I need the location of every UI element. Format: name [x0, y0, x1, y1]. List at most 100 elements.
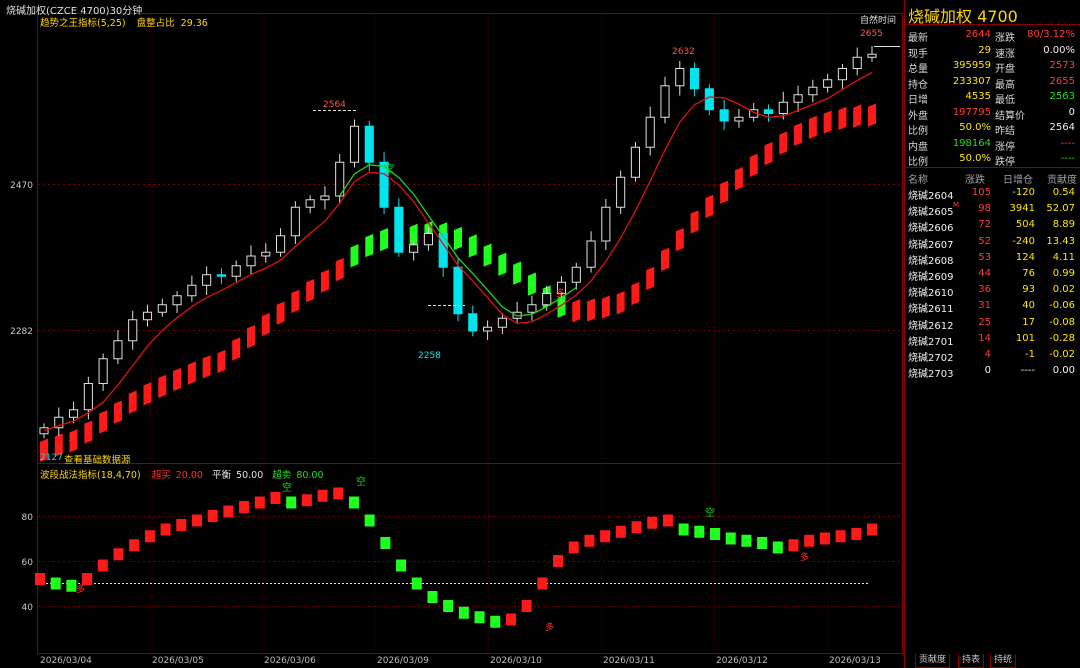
contract-row[interactable]: 烧碱2612 25 17 -0.08	[905, 315, 1080, 332]
ribbon-segment	[527, 272, 536, 296]
contract-oi-change: ----	[1020, 365, 1035, 377]
candle-body	[394, 206, 404, 253]
contract-change: 25	[978, 316, 991, 328]
ribbon-segment	[306, 278, 315, 303]
oscillator-bar	[301, 494, 312, 507]
contract-row[interactable]: 烧碱2702 4 -1 -0.02	[905, 347, 1080, 364]
quote-value: 395959	[952, 60, 991, 71]
osc-label-40: 40	[22, 603, 34, 613]
ribbon-segment	[779, 131, 788, 155]
candle-body	[113, 340, 123, 360]
candle-body	[231, 265, 241, 277]
candle-body	[483, 326, 493, 332]
ribbon-segment	[173, 367, 182, 392]
oscillator-bar	[129, 539, 140, 552]
candle-body	[142, 311, 153, 321]
oscillator-bar	[144, 530, 155, 543]
contract-row[interactable]: 烧碱2607 52 -240 13.43	[905, 234, 1080, 251]
oscillator-bar	[411, 577, 422, 590]
tab-contribution[interactable]: 贡献度	[915, 654, 951, 668]
candle-body	[98, 358, 108, 384]
candle-body	[630, 146, 640, 178]
contract-change: 98	[978, 203, 991, 215]
contracts-column-header: 名称	[908, 175, 928, 186]
contract-row[interactable]: 烧碱2703 0 ---- 0.00	[905, 363, 1080, 381]
footer-link[interactable]: 查看基础数据源	[64, 452, 131, 466]
candle-body	[601, 206, 611, 242]
contract-row[interactable]: 烧碱2606 72 504 8.89	[905, 217, 1080, 234]
oscillator-bar	[176, 519, 187, 531]
candle-body	[453, 266, 463, 315]
ribbon-segment	[350, 244, 359, 268]
contract-row[interactable]: 烧碱2701 14 101 -0.28	[905, 331, 1080, 348]
long-mark-osc-1: 多	[76, 583, 85, 595]
oscillator-bar	[66, 579, 77, 592]
main-indicator-name[interactable]: 趋势之王指标(5,25)	[40, 18, 126, 29]
quote-divider	[905, 167, 1080, 168]
balance-value: 50.00	[236, 470, 264, 481]
candle-body	[675, 68, 685, 87]
oscillator-bar	[286, 496, 297, 509]
candle-body	[349, 125, 360, 163]
ribbon-segment	[128, 390, 137, 414]
ribbon-segment	[868, 103, 876, 127]
oscillator-bar	[678, 523, 689, 536]
oscillator-bar	[725, 532, 736, 545]
contract-oi-change: 101	[1015, 332, 1035, 344]
contract-change: 4	[984, 349, 991, 360]
chart-area[interactable]: 2470 2282 80 60 40 2564 2632 2655 2258 2…	[0, 0, 904, 668]
oscillator-bar	[505, 613, 516, 626]
ribbon-segment	[320, 269, 329, 293]
contract-contribution: 0.02	[1052, 284, 1075, 296]
candle-body	[763, 109, 774, 114]
candle-body	[423, 233, 433, 246]
contracts-column-header: 涨跌	[965, 175, 985, 186]
contract-row[interactable]: 烧碱2605 M 98 3941 52.07	[905, 201, 1080, 218]
quote-panel: 烧碱加权 4700 最新 2644 涨跌 80/3.12% 现手 29 速涨 0.00% 总量 3…	[904, 0, 1080, 668]
contract-row[interactable]: 烧碱2610 36 93 0.02	[905, 282, 1080, 299]
contract-contribution: 52.07	[1046, 203, 1075, 215]
start-low-label: 2127	[40, 453, 63, 463]
chart-svg[interactable]: 2470 2282 80 60 40 2564 2632 2655 2258 2…	[0, 0, 904, 668]
contract-name: 烧碱2703	[908, 369, 954, 381]
oscillator-bar	[741, 534, 752, 547]
long-mark-osc-3: 多	[800, 551, 809, 563]
ribbon-segment	[365, 233, 374, 258]
contract-contribution: 0.54	[1052, 187, 1075, 198]
contract-contribution: 0.99	[1052, 268, 1075, 279]
tab-stats[interactable]: 持统	[990, 654, 1017, 668]
ribbon-segment	[587, 298, 596, 322]
contract-name: 烧碱2701	[908, 336, 954, 348]
oscillator-bar	[270, 492, 281, 504]
ribbon-segment	[483, 243, 492, 267]
ribbon-segment	[690, 210, 699, 234]
candle-body	[823, 79, 833, 88]
sub-indicator-legend: 波段战法指标(18,4,70) 超买 20.00 平衡 50.00 超卖 80.…	[40, 467, 324, 481]
contract-contribution: 4.11	[1052, 251, 1075, 263]
short-mark-osc-2: 空	[356, 475, 366, 488]
ribbon-segment	[454, 226, 462, 251]
candle-body	[497, 317, 507, 328]
oscillator-bar	[615, 525, 626, 538]
contract-row[interactable]: 烧碱2604 105 -120 0.54	[905, 185, 1080, 202]
short-mark-osc-1: 空	[282, 481, 292, 494]
oscillator-bar	[348, 496, 359, 509]
contract-row[interactable]: 烧碱2609 44 76 0.99	[905, 266, 1080, 283]
price-label-upper: 2470	[10, 181, 33, 191]
contract-oi-change: -1	[1025, 349, 1035, 360]
high-left-label: 2564	[323, 100, 346, 110]
tab-holdings[interactable]: 持表	[958, 654, 985, 668]
oscillator-bar	[490, 615, 501, 628]
contracts-column-header: 贡献度	[1047, 175, 1077, 186]
oscillator-bar	[191, 514, 202, 527]
oscillator-bar	[443, 600, 454, 612]
candle-body	[187, 284, 197, 297]
contract-row[interactable]: 烧碱2608 53 124 4.11	[905, 250, 1080, 267]
contract-main-tag: M	[953, 201, 960, 210]
sub-indicator-name[interactable]: 波段战法指标(18,4,70)	[40, 470, 141, 481]
quote-value: 80/3.12%	[1027, 29, 1075, 40]
contract-row[interactable]: 烧碱2611 31 40 -0.06	[905, 298, 1080, 315]
contract-oi-change: -240	[1012, 235, 1035, 247]
quote-value: 2644	[965, 29, 991, 40]
quote-value: 2655	[1049, 75, 1075, 87]
